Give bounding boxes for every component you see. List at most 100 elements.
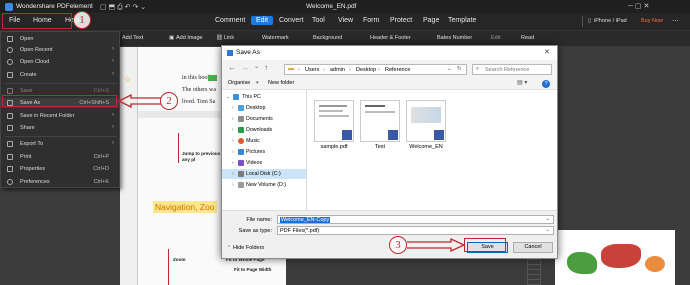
- breadcrumb-admin[interactable]: admin: [330, 67, 345, 73]
- more-icon[interactable]: ⋯: [672, 17, 679, 25]
- address-bar[interactable]: ▬ › Users › admin › Desktop › Reference …: [284, 64, 467, 75]
- view-options-icon[interactable]: ▤ ▾: [517, 79, 527, 86]
- buy-now-link[interactable]: Buy Now: [641, 18, 663, 24]
- file-menu-item-open[interactable]: Open: [1, 34, 119, 44]
- computer-icon: [233, 94, 239, 100]
- chevron-down-icon[interactable]: ⌄: [545, 216, 550, 222]
- tab-comment[interactable]: Comment: [215, 17, 245, 24]
- doc-line-1: in this book: [182, 75, 211, 81]
- background-button[interactable]: Background: [313, 35, 342, 41]
- tab-form[interactable]: Form: [363, 17, 379, 24]
- highlight-mark: [208, 75, 217, 81]
- organise-button[interactable]: Organise: [228, 80, 250, 86]
- tab-tool[interactable]: Tool: [312, 17, 325, 24]
- export-icon: [7, 141, 13, 147]
- refresh-icon[interactable]: ↻: [457, 66, 462, 72]
- breadcrumb-desktop[interactable]: Desktop: [356, 67, 376, 73]
- chevron-down-icon: ▾: [256, 80, 259, 86]
- chevron-down-icon[interactable]: ⌄: [447, 66, 452, 72]
- nav-item-music[interactable]: › Music: [222, 136, 306, 146]
- chevron-right-icon: ›: [232, 171, 234, 177]
- thumbnail-pane: ☆: [120, 47, 138, 285]
- file-menu: Open Open Recent › Open Cloud › Create › Sa…: [0, 31, 120, 188]
- bates-number-button[interactable]: Bates Number: [437, 35, 472, 41]
- file-menu-item-export[interactable]: Export To ›: [1, 139, 119, 149]
- chevron-right-icon: ›: [232, 138, 234, 144]
- file-thumb-test[interactable]: [360, 100, 400, 142]
- file-list: sample.pdf Test Welcome_EN: [308, 90, 557, 210]
- file-name-sample: sample.pdf: [320, 144, 348, 150]
- nav-item-downloads[interactable]: › Downloads: [222, 125, 306, 135]
- gear-icon: [7, 179, 13, 185]
- tab-template[interactable]: Template: [448, 17, 476, 24]
- add-image-button[interactable]: Add Image: [176, 35, 203, 41]
- step-2-marker: 2: [160, 92, 178, 110]
- properties-icon: [7, 166, 13, 172]
- back-arrow-icon[interactable]: ←: [228, 63, 236, 72]
- file-menu-item-create[interactable]: Create ›: [1, 70, 119, 80]
- device-link[interactable]: iPhone / iPad: [594, 18, 627, 24]
- help-icon[interactable]: ?: [542, 80, 550, 88]
- hide-folders-button[interactable]: Hide Folders: [233, 245, 264, 251]
- folder-icon: [7, 36, 13, 42]
- file-menu-item-open-recent[interactable]: Open Recent ›: [1, 45, 119, 55]
- search-input[interactable]: ⌕ Search Reference: [472, 64, 552, 75]
- chevron-right-icon: ›: [112, 140, 114, 146]
- chevron-right-icon: ›: [232, 116, 234, 122]
- file-menu-item-save-recent[interactable]: Save in Recent Folder ›: [1, 111, 119, 121]
- up-arrow-icon[interactable]: ↑: [264, 63, 268, 72]
- chevron-down-icon[interactable]: ⌄: [254, 63, 259, 70]
- file-menu-item-preferences[interactable]: Preferences Ctrl+K: [1, 177, 119, 187]
- cancel-button[interactable]: Cancel: [513, 242, 553, 253]
- tab-view[interactable]: View: [338, 17, 353, 24]
- downloads-icon: [238, 127, 244, 133]
- file-menu-item-print[interactable]: Print Ctrl+P: [1, 152, 119, 162]
- read-mode-label: Read: [521, 35, 535, 41]
- save-type-select[interactable]: PDF Files(*.pdf) ⌄: [277, 226, 554, 235]
- tab-protect[interactable]: Protect: [390, 17, 412, 24]
- file-menu-item-properties[interactable]: Properties Ctrl+D: [1, 164, 119, 174]
- nav-item-pictures[interactable]: › Pictures: [222, 147, 306, 157]
- breadcrumb-reference[interactable]: Reference: [385, 67, 410, 73]
- nav-item-documents[interactable]: › Documents: [222, 114, 306, 124]
- chevron-up-icon[interactable]: ⌃: [227, 245, 231, 251]
- add-text-button[interactable]: Add Text: [122, 35, 143, 41]
- nav-item-this-pc[interactable]: ⌄ This PC: [222, 92, 306, 102]
- save-type-value: PDF Files(*.pdf): [280, 228, 320, 234]
- cloud-icon: [7, 59, 13, 65]
- file-name-field[interactable]: Welcome_EN-Copy ⌄: [277, 215, 554, 224]
- breadcrumb-users[interactable]: Users: [305, 67, 319, 73]
- navigation-pane: ⌄ This PC › Desktop › Documents › Downloads …: [222, 90, 307, 210]
- file-thumb-sample[interactable]: [314, 100, 354, 142]
- file-menu-item-open-cloud[interactable]: Open Cloud ›: [1, 57, 119, 67]
- menu-bar: File Home Help Comment Edit Convert Tool…: [0, 13, 690, 31]
- chevron-right-icon: ›: [112, 58, 114, 64]
- arrow-to-save-button-icon: [407, 238, 466, 252]
- search-placeholder: Search Reference: [485, 67, 530, 73]
- header-footer-button[interactable]: Header & Footer: [370, 35, 411, 41]
- disk-icon: [238, 171, 244, 177]
- save-icon: [7, 88, 13, 94]
- tab-convert[interactable]: Convert: [279, 17, 304, 24]
- watermark-button[interactable]: Watermark: [262, 35, 289, 41]
- title-toolbar-icons[interactable]: ▢ ⬒ ⎙ ↶ ↷ ⌄: [100, 3, 146, 12]
- new-folder-button[interactable]: New folder: [268, 80, 294, 86]
- nav-item-new-volume[interactable]: › New Volume (D:): [222, 180, 306, 190]
- file-name-value: Welcome_EN-Copy: [280, 217, 331, 223]
- phone-icon: ▯: [588, 18, 592, 24]
- tab-edit[interactable]: Edit: [251, 16, 274, 25]
- link-button[interactable]: Link: [224, 35, 234, 41]
- window-controls[interactable]: ─ ▢ ✕: [628, 2, 649, 10]
- nav-item-local-disk[interactable]: › Local Disk (C:): [222, 169, 306, 179]
- close-icon[interactable]: ✕: [544, 48, 550, 56]
- nav-item-videos[interactable]: › Videos: [222, 158, 306, 168]
- nav-item-desktop[interactable]: › Desktop: [222, 103, 306, 113]
- file-menu-item-share[interactable]: Share ›: [1, 123, 119, 133]
- forward-arrow-icon[interactable]: →: [241, 63, 249, 72]
- folder-icon: ▬: [288, 66, 294, 72]
- file-thumb-welcome[interactable]: [406, 100, 446, 142]
- bookmark-star-icon[interactable]: ☆: [124, 75, 131, 84]
- zoom-label: Zoom: [173, 257, 186, 262]
- tab-page[interactable]: Page: [423, 17, 439, 24]
- dialog-app-icon: [227, 50, 233, 56]
